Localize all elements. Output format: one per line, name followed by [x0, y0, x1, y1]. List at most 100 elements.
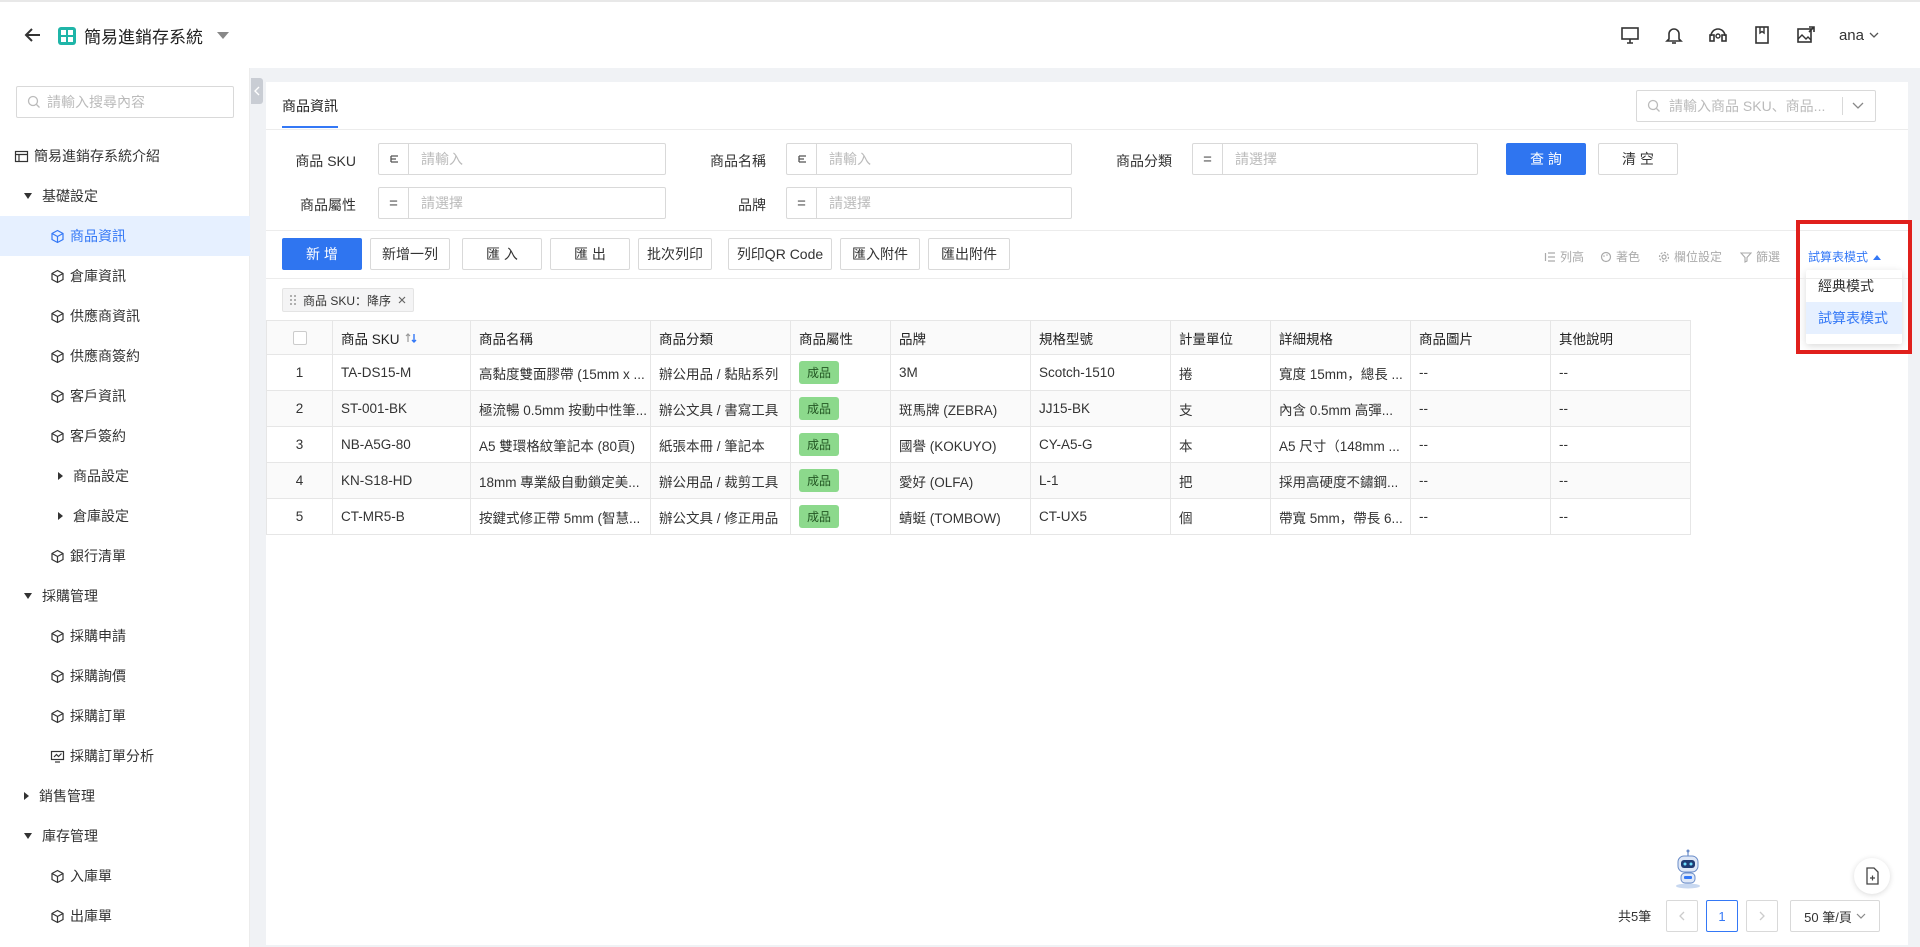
document-float-button[interactable] [1854, 858, 1890, 894]
bell-icon[interactable] [1663, 24, 1685, 46]
column-header[interactable]: 詳細規格 [1270, 320, 1411, 355]
table-cell[interactable]: -- [1410, 498, 1551, 535]
column-header[interactable]: 規格型號 [1030, 320, 1171, 355]
table-cell[interactable]: -- [1410, 426, 1551, 463]
assistant-robot-icon[interactable] [1666, 846, 1710, 890]
table-cell[interactable]: Scotch-1510 [1030, 354, 1171, 391]
sidebar-item[interactable]: 商品資訊 [0, 216, 250, 256]
table-cell[interactable]: 成品 [790, 426, 891, 463]
column-settings-tool[interactable]: 欄位設定 [1658, 248, 1722, 265]
table-cell[interactable]: -- [1410, 462, 1551, 499]
contains-operator-icon[interactable] [787, 144, 817, 174]
add-button[interactable]: 新 增 [282, 238, 362, 270]
table-cell[interactable]: 高黏度雙面膠帶 (15mm x ... [470, 354, 651, 391]
table-cell[interactable]: -- [1550, 498, 1691, 535]
table-cell[interactable]: A5 尺寸（148mm ... [1270, 426, 1411, 463]
sidebar-item[interactable]: 採購詢價 [0, 656, 250, 696]
sidebar-item[interactable]: 供應商簽約 [0, 336, 250, 376]
add-row-button[interactable]: 新增一列 [370, 238, 450, 270]
batch-print-button[interactable]: 批次列印 [638, 238, 712, 270]
table-cell[interactable]: KN-S18-HD [332, 462, 471, 499]
table-cell[interactable]: 把 [1170, 462, 1271, 499]
sidebar-item[interactable]: 基礎設定 [0, 176, 250, 216]
table-cell[interactable]: 辦公文具 / 修正用品 [650, 498, 791, 535]
sidebar-item[interactable]: 庫存管理 [0, 816, 250, 856]
filter-brand-select[interactable]: = 請選擇 [786, 187, 1072, 219]
table-cell[interactable]: 紙張本冊 / 筆記本 [650, 426, 791, 463]
table-cell[interactable]: 辦公用品 / 黏貼系列 [650, 354, 791, 391]
row-height-tool[interactable]: 列高 [1544, 248, 1584, 265]
table-cell[interactable]: 國譽 (KOKUYO) [890, 426, 1031, 463]
sidebar-item[interactable]: 出庫單 [0, 896, 250, 936]
table-cell[interactable]: 帶寬 5mm，帶長 6... [1270, 498, 1411, 535]
table-row[interactable]: 3 NB-A5G-80 A5 雙環格紋筆記本 (80頁) 紙張本冊 / 筆記本 成品 國譽… [266, 426, 1691, 463]
table-cell[interactable]: TA-DS15-M [332, 354, 471, 391]
table-row[interactable]: 2 ST-001-BK 極流暢 0.5mm 按動中性筆... 辦公文具 / 書寫工具成… [266, 390, 1691, 427]
sidebar-item[interactable]: 客戶簽約 [0, 416, 250, 456]
table-cell[interactable]: 寬度 15mm，總長 ... [1270, 354, 1411, 391]
sidebar-item[interactable]: 倉庫資訊 [0, 256, 250, 296]
table-cell[interactable]: 捲 [1170, 354, 1271, 391]
app-switcher[interactable]: 簡易進銷存系統 [58, 23, 229, 48]
table-cell[interactable]: CT-MR5-B [332, 498, 471, 535]
column-header[interactable]: 其他說明 [1550, 320, 1691, 355]
book-icon[interactable] [1751, 24, 1773, 46]
print-qr-button[interactable]: 列印QR Code [728, 238, 832, 270]
table-cell[interactable]: 支 [1170, 390, 1271, 427]
close-icon[interactable] [397, 295, 407, 305]
sort-tag[interactable]: 商品 SKU：降序 [282, 288, 415, 312]
sidebar-collapse-handle[interactable] [251, 78, 263, 104]
sidebar-item[interactable]: 銷售管理 [0, 776, 250, 816]
headset-icon[interactable] [1707, 24, 1729, 46]
table-row[interactable]: 1 TA-DS15-M 高黏度雙面膠帶 (15mm x ... 辦公用品 / 黏貼系列… [266, 354, 1691, 391]
table-cell[interactable]: 極流暢 0.5mm 按動中性筆... [470, 390, 651, 427]
contains-operator-icon[interactable] [379, 144, 409, 174]
filter-sku-input[interactable]: 請輸入 [378, 143, 666, 175]
table-row[interactable]: 4 KN-S18-HD 18mm 專業級自動鎖定美... 辦公用品 / 裁剪工具 成品 愛… [266, 462, 1691, 499]
table-cell[interactable]: -- [1410, 390, 1551, 427]
table-cell[interactable]: A5 雙環格紋筆記本 (80頁) [470, 426, 651, 463]
sidebar-item[interactable]: 採購訂單 [0, 696, 250, 736]
equals-operator-icon[interactable]: = [1193, 144, 1223, 174]
sidebar-item[interactable]: 簡易進銷存系統介紹 [0, 136, 250, 176]
global-search-input[interactable]: 請輸入商品 SKU、商品... [1636, 90, 1876, 122]
query-button[interactable]: 查 詢 [1506, 143, 1586, 175]
table-cell[interactable]: JJ15-BK [1030, 390, 1171, 427]
table-cell[interactable]: -- [1550, 354, 1691, 391]
table-cell[interactable]: -- [1550, 462, 1691, 499]
prev-page-button[interactable] [1666, 900, 1698, 932]
sidebar-item[interactable]: 採購申請 [0, 616, 250, 656]
equals-operator-icon[interactable]: = [787, 188, 817, 218]
sidebar-item[interactable]: 供應商資訊 [0, 296, 250, 336]
table-cell[interactable]: 成品 [790, 498, 891, 535]
next-page-button[interactable] [1746, 900, 1778, 932]
select-all-checkbox[interactable] [292, 331, 307, 346]
export-attachment-button[interactable]: 匯出附件 [928, 238, 1010, 270]
table-cell[interactable]: ST-001-BK [332, 390, 471, 427]
sort-descending-icon[interactable] [404, 332, 418, 344]
table-cell[interactable]: 採用高硬度不鏽鋼... [1270, 462, 1411, 499]
sidebar-item[interactable]: 銀行清單 [0, 536, 250, 576]
column-header[interactable]: 商品 SKU [332, 320, 471, 355]
column-header[interactable]: 商品圖片 [1410, 320, 1551, 355]
export-button[interactable]: 匯 出 [550, 238, 630, 270]
table-cell[interactable]: 按鍵式修正帶 5mm (智慧... [470, 498, 651, 535]
column-header[interactable]: 商品名稱 [470, 320, 651, 355]
image-export-icon[interactable] [1795, 24, 1817, 46]
clear-button[interactable]: 清 空 [1598, 143, 1678, 175]
table-cell[interactable]: -- [1550, 426, 1691, 463]
filter-tool[interactable]: 篩選 [1740, 248, 1780, 265]
column-header[interactable]: 商品分類 [650, 320, 791, 355]
table-cell[interactable]: 成品 [790, 354, 891, 391]
table-cell[interactable]: NB-A5G-80 [332, 426, 471, 463]
filter-category-select[interactable]: = 請選擇 [1192, 143, 1478, 175]
sidebar-item[interactable]: 入庫單 [0, 856, 250, 896]
table-cell[interactable]: CT-UX5 [1030, 498, 1171, 535]
color-tool[interactable]: 著色 [1600, 248, 1640, 265]
sidebar-item[interactable]: 採購訂單分析 [0, 736, 250, 776]
table-cell[interactable]: 內含 0.5mm 高彈... [1270, 390, 1411, 427]
table-cell[interactable]: 成品 [790, 462, 891, 499]
table-cell[interactable]: 18mm 專業級自動鎖定美... [470, 462, 651, 499]
table-cell[interactable]: 辦公文具 / 書寫工具 [650, 390, 791, 427]
equals-operator-icon[interactable]: = [379, 188, 409, 218]
